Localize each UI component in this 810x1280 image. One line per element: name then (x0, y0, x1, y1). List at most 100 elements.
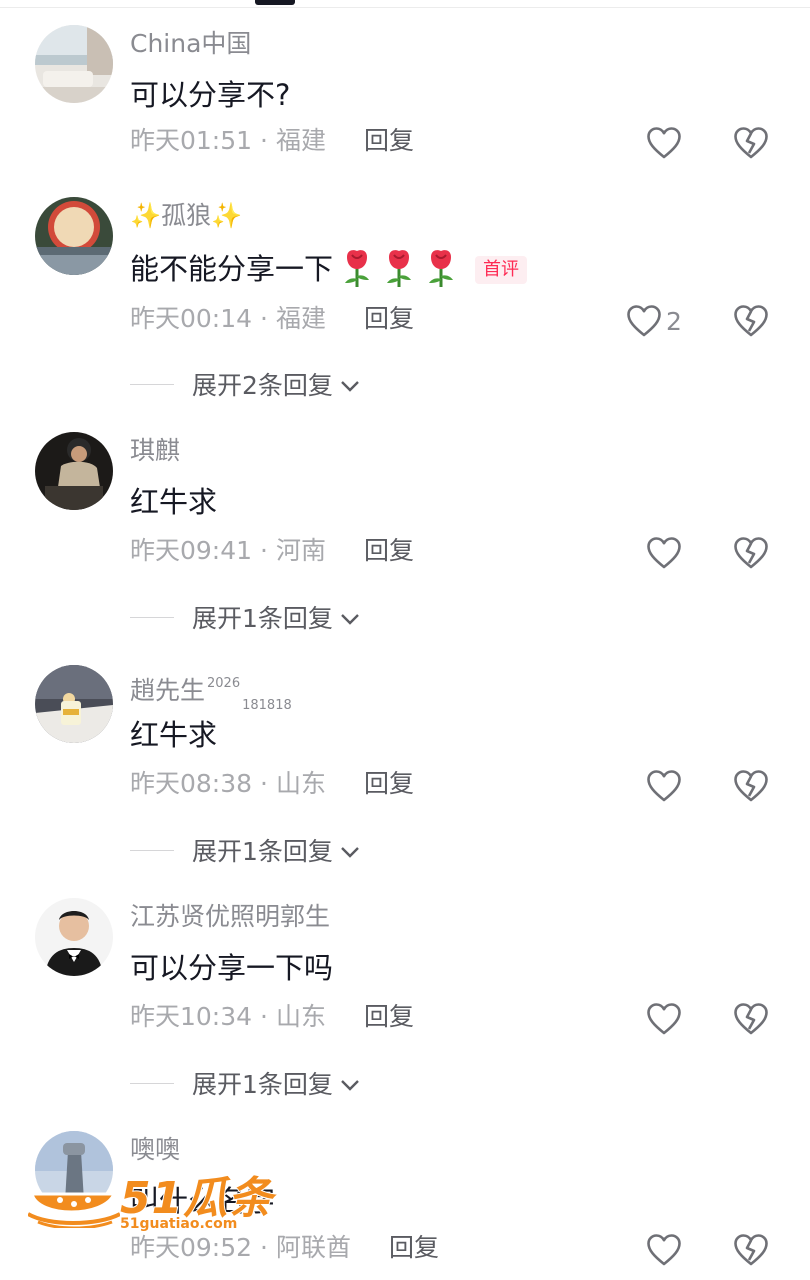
avatar[interactable] (35, 197, 113, 275)
comment-item: 趙先生 2026181818 红牛求 昨天08:38 · 山东 回复 (0, 665, 810, 865)
comment-meta: 昨天09:52 · 阿联酋 回复 (130, 1233, 439, 1263)
like-count: 2 (666, 306, 682, 336)
broken-heart-icon (734, 770, 768, 802)
comment-location: 河南 (276, 536, 327, 565)
heart-outline-icon (627, 305, 661, 337)
broken-heart-icon (734, 1234, 768, 1266)
like-button[interactable] (646, 1002, 682, 1036)
comment-location: 阿联酋 (276, 1233, 352, 1262)
like-button[interactable] (646, 126, 682, 160)
username-badge-sub: 181818 (242, 698, 292, 713)
reply-button[interactable]: 回复 (389, 1233, 439, 1262)
comment-text-body: 能不能分享一下 (130, 252, 334, 286)
expand-replies-button[interactable]: 展开2条回复 (130, 366, 361, 402)
comment-meta: 昨天10:34 · 山东 回复 (130, 1002, 414, 1032)
chevron-down-icon (339, 370, 361, 399)
comment-item: 噢噢 叫什么名字 昨天09:52 · 阿联酋 回复 (0, 1131, 810, 1280)
dislike-button[interactable] (733, 536, 769, 574)
separator: · (260, 536, 268, 565)
separator: · (260, 1002, 268, 1031)
expand-divider (130, 616, 174, 618)
heart-outline-icon (647, 1234, 681, 1266)
heart-outline-icon (647, 1003, 681, 1035)
expand-divider (130, 849, 174, 851)
like-button[interactable] (646, 1233, 682, 1267)
dislike-button[interactable] (733, 1233, 769, 1271)
dislike-button[interactable] (733, 126, 769, 164)
broken-heart-icon (734, 305, 768, 337)
comment-item: ✨孤狼✨ 能不能分享一下 首评 昨天00:14 · 福建 回复 2 (0, 197, 810, 397)
comment-username[interactable]: China中国 (130, 29, 251, 59)
comment-text: 可以分享不? (130, 78, 291, 112)
rose-emoji (381, 247, 417, 297)
reply-button[interactable]: 回复 (364, 304, 414, 333)
comment-text: 红牛求 (130, 718, 218, 752)
avatar[interactable] (35, 665, 113, 743)
heart-outline-icon (647, 127, 681, 159)
like-button[interactable] (646, 536, 682, 570)
comment-username[interactable]: 趙先生 2026181818 (130, 669, 292, 721)
avatar[interactable] (35, 1131, 113, 1209)
comment-time: 昨天01:51 (130, 126, 253, 155)
chevron-down-icon (339, 1069, 361, 1098)
comment-text: 能不能分享一下 首评 (130, 247, 528, 297)
comment-username[interactable]: 噢噢 (130, 1135, 180, 1165)
reply-button[interactable]: 回复 (364, 536, 414, 565)
comment-location: 福建 (276, 304, 327, 333)
comment-location: 山东 (276, 1002, 327, 1031)
reply-button[interactable]: 回复 (364, 126, 414, 155)
comment-text: 红牛求 (130, 485, 218, 519)
dislike-button[interactable] (733, 304, 769, 342)
avatar[interactable] (35, 432, 113, 510)
expand-replies-button[interactable]: 展开1条回复 (130, 599, 361, 635)
sheet-drag-handle[interactable] (255, 0, 295, 5)
comment-item: China中国 可以分享不? 昨天01:51 · 福建 回复 (0, 25, 810, 225)
comment-meta: 昨天00:14 · 福建 回复 (130, 304, 414, 334)
comment-location: 福建 (276, 126, 327, 155)
top-divider (0, 7, 810, 8)
like-button[interactable] (646, 769, 682, 803)
separator: · (260, 304, 268, 333)
comment-meta: 昨天01:51 · 福建 回复 (130, 126, 414, 156)
first-comment-badge: 首评 (475, 256, 528, 284)
heart-outline-icon (647, 770, 681, 802)
dislike-button[interactable] (733, 1002, 769, 1040)
comment-meta: 昨天09:41 · 河南 回复 (130, 536, 414, 566)
avatar[interactable] (35, 25, 113, 103)
separator: · (260, 769, 268, 798)
like-button[interactable]: 2 (626, 304, 682, 338)
comment-time: 昨天10:34 (130, 1002, 253, 1031)
reply-button[interactable]: 回复 (364, 1002, 414, 1031)
comment-time: 昨天09:52 (130, 1233, 253, 1262)
comment-item: 琪麒 红牛求 昨天09:41 · 河南 回复 (0, 432, 810, 632)
avatar[interactable] (35, 898, 113, 976)
comment-username[interactable]: ✨孤狼✨ (130, 201, 242, 231)
comment-text: 可以分享一下吗 (130, 951, 334, 985)
dislike-button[interactable] (733, 769, 769, 807)
chevron-down-icon (339, 836, 361, 865)
broken-heart-icon (734, 1003, 768, 1035)
broken-heart-icon (734, 537, 768, 569)
comment-time: 昨天08:38 (130, 769, 253, 798)
chevron-down-icon (339, 603, 361, 632)
expand-replies-button[interactable]: 展开1条回复 (130, 832, 361, 868)
username-badge-sup: 2026 (207, 676, 241, 691)
comment-username[interactable]: 琪麒 (130, 436, 180, 466)
comment-time: 昨天00:14 (130, 304, 253, 333)
separator: · (260, 126, 268, 155)
username-text: 趙先生 (130, 676, 206, 705)
heart-outline-icon (647, 537, 681, 569)
expand-replies-label: 展开1条回复 (192, 837, 333, 866)
comment-item: 江苏贤优照明郭生 可以分享一下吗 昨天10:34 · 山东 回复 (0, 898, 810, 1098)
expand-replies-button[interactable]: 展开1条回复 (130, 1065, 361, 1101)
comment-meta: 昨天08:38 · 山东 回复 (130, 769, 414, 799)
expand-replies-label: 展开2条回复 (192, 371, 333, 400)
expand-replies-label: 展开1条回复 (192, 1070, 333, 1099)
comment-username[interactable]: 江苏贤优照明郭生 (130, 902, 330, 932)
separator: · (260, 1233, 268, 1262)
rose-emoji (423, 247, 459, 297)
rose-emoji (339, 247, 375, 297)
broken-heart-icon (734, 127, 768, 159)
reply-button[interactable]: 回复 (364, 769, 414, 798)
expand-replies-label: 展开1条回复 (192, 604, 333, 633)
